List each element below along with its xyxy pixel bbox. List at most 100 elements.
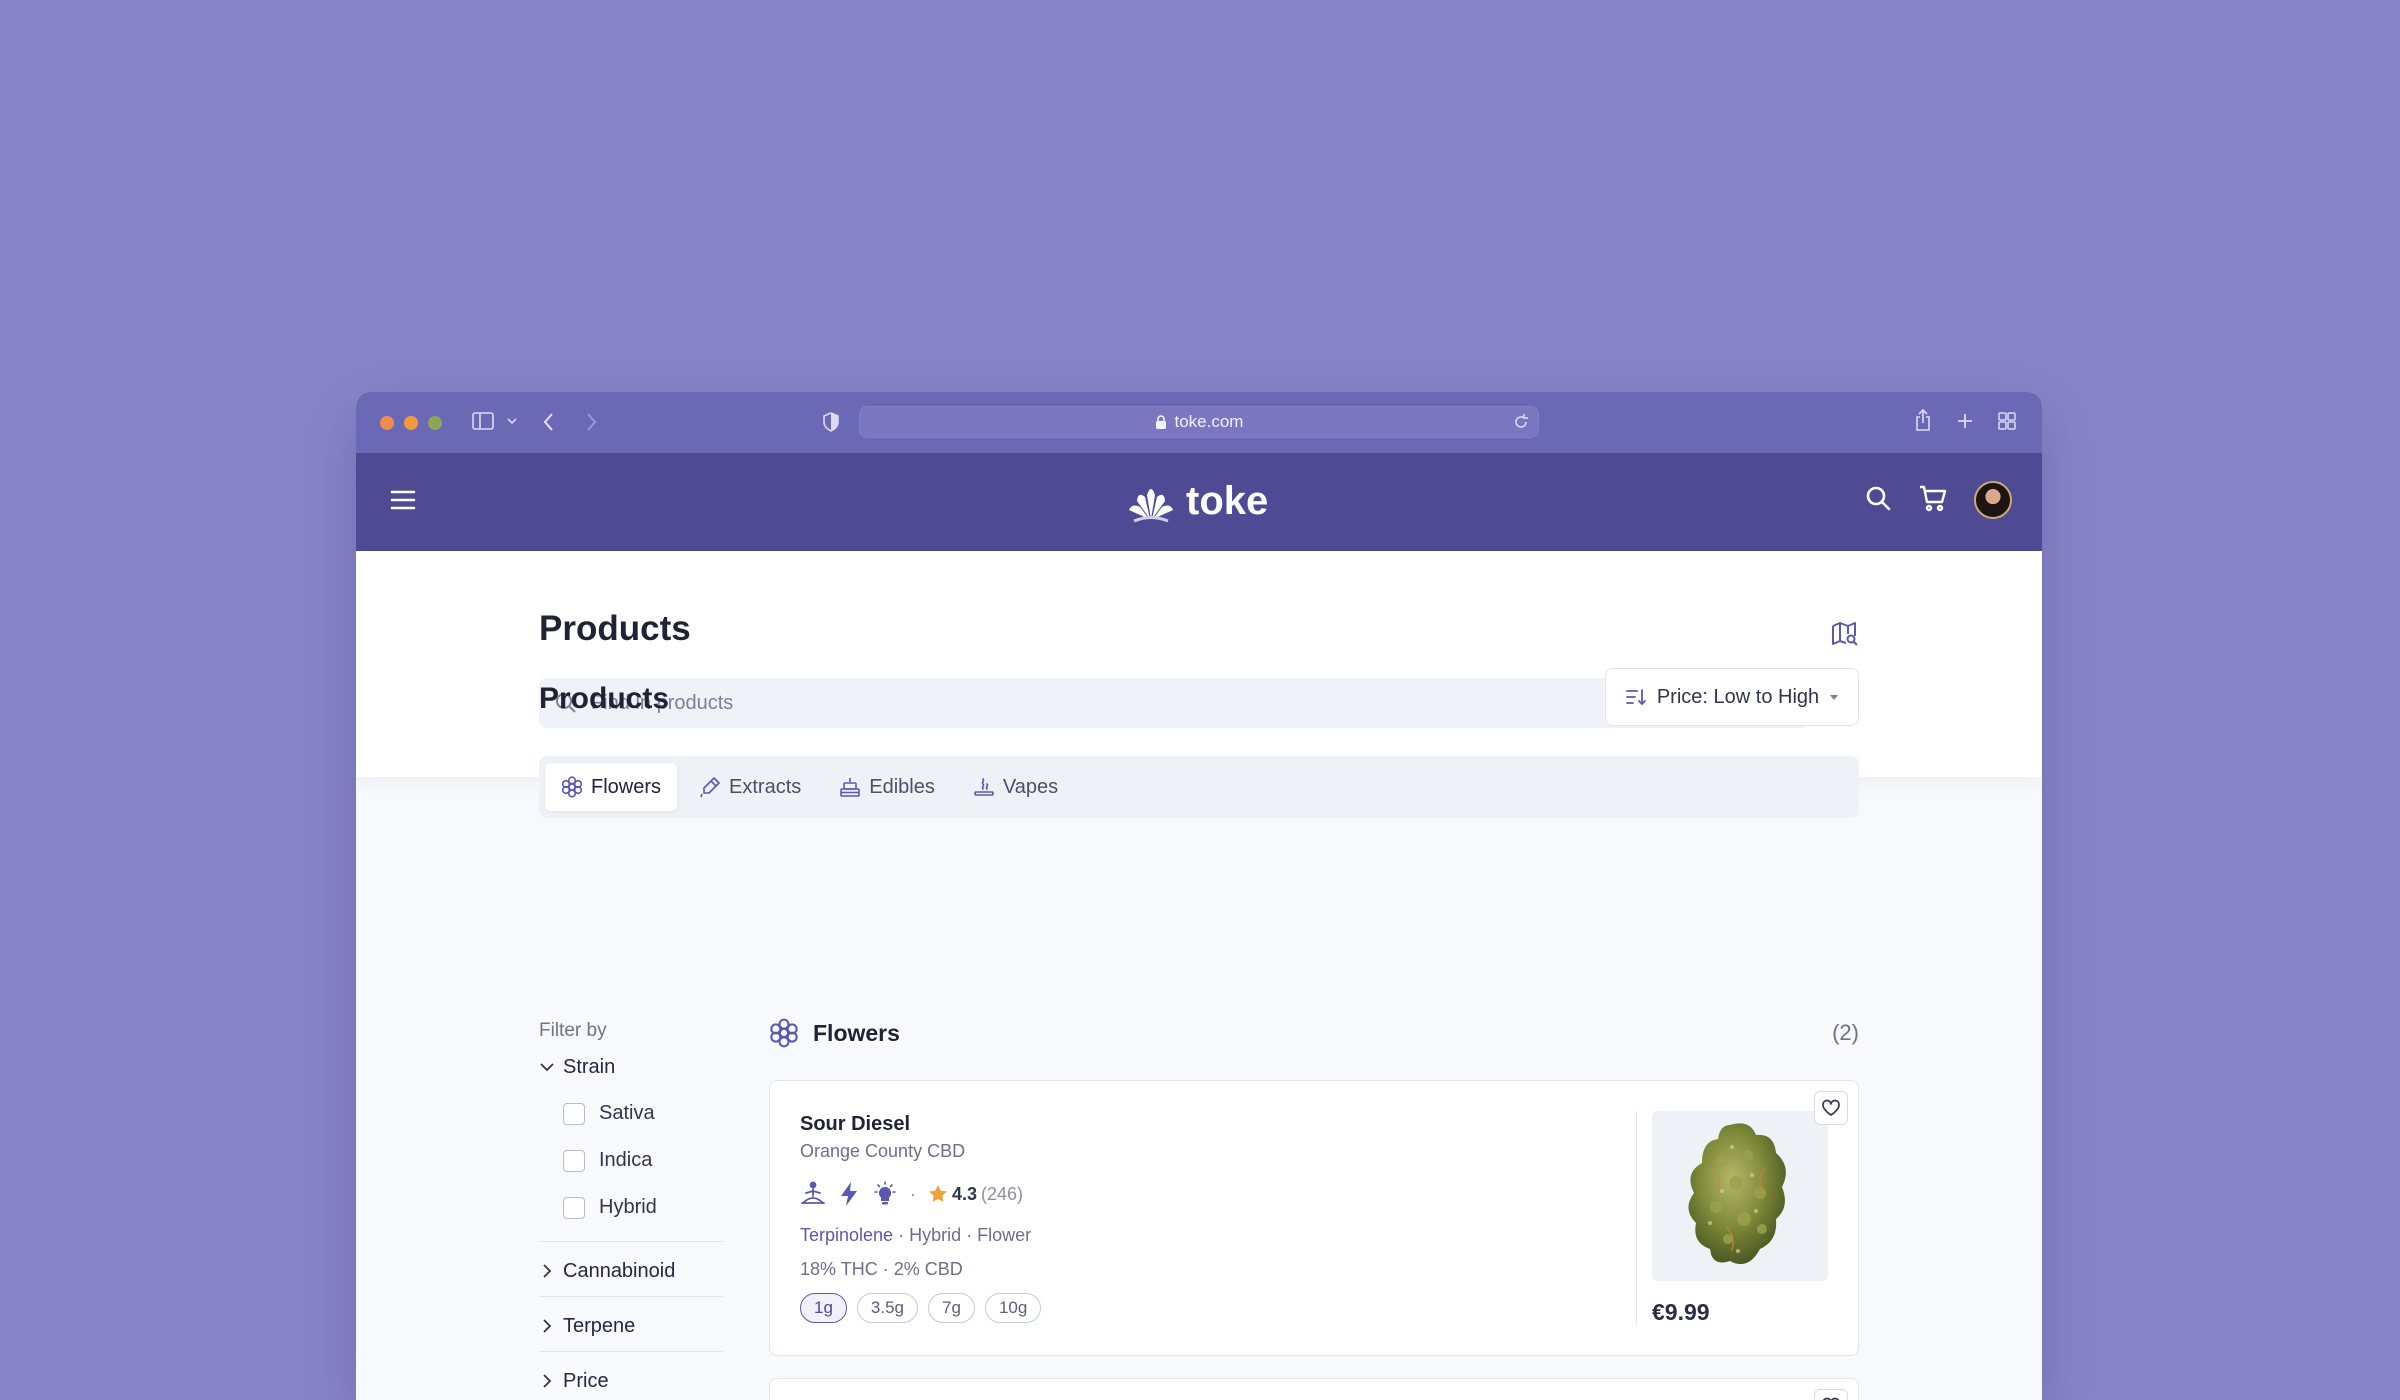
strain-type: Hybrid <box>909 1225 962 1245</box>
rating-value: 4.3 <box>952 1183 978 1204</box>
tab-overview-icon[interactable] <box>1998 412 2016 430</box>
category-tabs: Flowers Extracts Edibles Vapes <box>539 756 1859 818</box>
tab-edibles[interactable]: Edibles <box>823 763 951 811</box>
minimize-window-button[interactable] <box>404 416 418 430</box>
filter-group-label: Terpene <box>563 1314 636 1337</box>
browser-window: toke.com toke Products Find in products … <box>356 392 2042 1400</box>
filter-group-terpene[interactable]: Terpene <box>539 1311 723 1341</box>
browser-toolbar: toke.com <box>356 392 2042 453</box>
product-name[interactable]: Sour Diesel <box>800 1113 910 1136</box>
star-icon <box>929 1185 947 1202</box>
favorite-button[interactable] <box>1814 1389 1848 1400</box>
product-meta: Terpinolene · Hybrid · Flower <box>800 1225 1031 1246</box>
filter-heading: Filter by <box>539 1020 607 1041</box>
product-category: Flower <box>977 1225 1032 1245</box>
heart-icon <box>1822 1099 1840 1116</box>
size-chip[interactable]: 1g <box>800 1293 847 1323</box>
filter-option-sativa[interactable]: Sativa <box>539 1090 723 1137</box>
privacy-shield-icon[interactable] <box>822 412 840 432</box>
option-label: Hybrid <box>599 1196 657 1218</box>
chevron-down-icon <box>540 1063 554 1072</box>
products-header: Products <box>356 551 2042 777</box>
product-image[interactable] <box>1652 1111 1828 1281</box>
divider <box>539 1351 723 1352</box>
new-tab-icon[interactable] <box>1956 412 1974 430</box>
tab-label: Edibles <box>869 775 935 798</box>
favorite-button[interactable] <box>1814 1091 1848 1125</box>
map-view-icon[interactable] <box>1831 621 1859 652</box>
chevron-down-icon[interactable] <box>506 416 518 426</box>
filter-option-hybrid[interactable]: Hybrid <box>539 1184 723 1231</box>
menu-icon[interactable] <box>390 487 416 513</box>
filter-group-label: Price <box>563 1369 609 1392</box>
search-input[interactable] <box>591 691 1691 715</box>
tab-vapes[interactable]: Vapes <box>957 763 1074 811</box>
option-label: Indica <box>599 1149 653 1171</box>
page-title: Products <box>539 609 691 648</box>
cake-icon <box>840 778 861 797</box>
filter-group-price[interactable]: Price <box>539 1366 723 1396</box>
filter-group-label: Cannabinoid <box>563 1259 676 1282</box>
list-title: Flowers <box>813 1019 900 1046</box>
tab-flowers[interactable]: Flowers <box>545 763 678 811</box>
separator-dot: · <box>966 1225 973 1245</box>
maximize-window-button[interactable] <box>428 416 442 430</box>
tab-extracts[interactable]: Extracts <box>683 763 817 811</box>
size-chip[interactable]: 10g <box>984 1293 1042 1323</box>
size-chip[interactable]: 7g <box>928 1293 975 1323</box>
address-bar[interactable]: toke.com <box>859 406 1539 438</box>
share-icon[interactable] <box>1914 408 1932 432</box>
tab-label: Flowers <box>591 775 662 798</box>
forward-icon[interactable] <box>584 411 598 433</box>
tab-label: Vapes <box>1002 775 1059 798</box>
window-controls <box>380 416 442 430</box>
divider <box>1636 1111 1637 1325</box>
checkbox[interactable] <box>563 1149 585 1172</box>
site-navbar: toke <box>356 453 2042 551</box>
back-icon[interactable] <box>542 411 556 433</box>
sort-label: Price: Low to High <box>1656 685 1820 708</box>
product-brand: Orange County CBD <box>800 1141 966 1161</box>
divider <box>539 1296 723 1297</box>
filter-group-cannabinoid[interactable]: Cannabinoid <box>539 1256 723 1286</box>
product-card[interactable] <box>769 1378 1859 1400</box>
brand-name: toke <box>1186 479 1269 523</box>
search-icon[interactable] <box>1864 484 1892 517</box>
checkbox[interactable] <box>563 1196 585 1219</box>
potency-info: 18% THC · 2% CBD <box>800 1259 963 1279</box>
review-count: (246) <box>981 1183 1024 1204</box>
filter-option-indica[interactable]: Indica <box>539 1137 723 1184</box>
lock-icon <box>1155 414 1166 429</box>
size-chip[interactable]: 3.5g <box>856 1293 919 1323</box>
url-text: toke.com <box>1174 412 1244 431</box>
flower-icon <box>770 1018 798 1048</box>
vape-icon <box>974 778 994 796</box>
checkbox[interactable] <box>563 1102 585 1125</box>
chevron-right-icon <box>543 1264 552 1278</box>
chevron-right-icon <box>543 1319 552 1333</box>
product-card[interactable]: Sour Diesel Orange County CBD · 4.3 (246… <box>769 1080 1859 1356</box>
flower-icon <box>561 776 583 798</box>
separator-dot: · <box>910 1183 916 1204</box>
close-window-button[interactable] <box>380 416 394 430</box>
cart-icon[interactable] <box>1918 484 1948 517</box>
product-price: €9.99 <box>1652 1299 1710 1325</box>
reload-icon[interactable] <box>1512 413 1530 431</box>
filter-group-label: Strain <box>563 1055 616 1078</box>
terpene-link[interactable]: Terpinolene <box>800 1225 893 1245</box>
sort-dropdown[interactable]: Price: Low to High <box>1605 668 1859 726</box>
filter-group-strain[interactable]: Strain <box>539 1052 723 1082</box>
sidebar-toggle-icon[interactable] <box>472 412 494 430</box>
result-count: (2) <box>1832 1020 1859 1045</box>
brand-logo[interactable]: toke <box>1126 479 1268 524</box>
cannabis-bud-image <box>1688 1123 1786 1265</box>
user-avatar[interactable] <box>1974 481 2012 519</box>
tab-label: Extracts <box>729 775 802 798</box>
leaf-logo-icon <box>1129 488 1173 522</box>
caret-down-icon <box>1830 695 1839 700</box>
lightbulb-icon <box>874 1181 896 1205</box>
dropper-icon <box>700 777 720 798</box>
lightning-icon <box>841 1182 857 1206</box>
chevron-right-icon <box>543 1374 552 1388</box>
product-effects: · 4.3 (246) <box>800 1181 1023 1207</box>
